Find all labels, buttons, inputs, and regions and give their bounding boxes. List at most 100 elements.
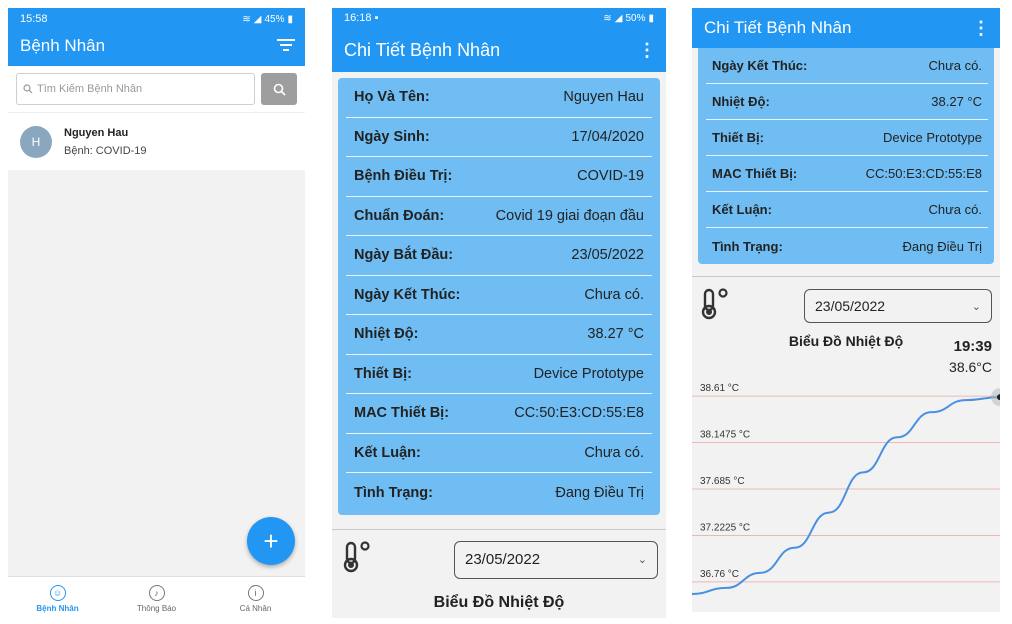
nav-label: Bệnh Nhân [36,603,79,613]
info-value: Chưa có. [928,58,982,73]
search-box [16,73,255,105]
notification-icon: ▪ [374,12,379,24]
info-icon: i [247,584,264,601]
date-select[interactable]: 23/05/2022 ⌄ [804,289,992,323]
date-row: 23/05/2022 ⌄ [692,277,1000,335]
info-label: Chuẩn Đoán: [354,207,445,224]
info-label: MAC Thiết Bị: [354,405,450,422]
app-bar: Chi Tiết Bệnh Nhân ⋮ [692,8,1000,48]
search-button[interactable] [261,73,297,105]
info-value: Device Prototype [883,130,982,145]
bottom-nav: ☺ Bệnh Nhân ♪ Thông Báo i Cá Nhân [8,576,305,620]
status-icons: ≋ ◢ 50% ▮ [603,13,654,24]
temperature-chart[interactable]: 38.61 °C 38.1475 °C 37.685 °C 37.2225 °C 36.… [692,368,1000,612]
info-row: Ngày Kết Thúc: Chưa có. [346,276,652,315]
nav-label: Thông Báo [136,603,177,613]
search-row [8,66,305,112]
y-tick-label: 38.1475 °C [700,430,750,441]
battery-icon: ▮ [287,13,293,25]
nav-label: Cá Nhân [239,603,272,613]
status-bar: 15:58 ≋ ◢ 45% ▮ [8,8,305,30]
nav-item-notifications[interactable]: ♪ Thông Báo [107,577,206,620]
info-value: Đang Điều Trị [555,484,644,501]
thermometer-icon [342,539,372,580]
info-label: Bệnh Điều Trị: [354,168,453,185]
date-select-value: 23/05/2022 [815,298,886,314]
page-title: Bệnh Nhân [20,36,106,55]
info-value: 38.27 °C [931,94,982,109]
filter-icon[interactable] [277,36,295,57]
bell-icon: ♪ [148,584,165,601]
info-row: Chuẩn Đoán: Covid 19 giai đoạn đầu [346,197,652,236]
patient-list-item[interactable]: H Nguyen Hau Bệnh: COVID-19 [8,112,305,170]
date-row: 23/05/2022 ⌄ [332,530,666,590]
info-label: Ngày Sinh: [354,128,430,145]
status-time: 16:18 [344,12,372,24]
info-row: Nhiệt Độ: 38.27 °C [706,84,988,120]
patient-detail-screen: 16:18 ▪ ≋ ◢ 50% ▮ Chi Tiết Bệnh Nhân ⋮ H… [332,8,666,618]
info-value: Đang Điều Trị [902,238,982,254]
readout-time: 19:39 [953,338,992,355]
date-select-value: 23/05/2022 [465,551,541,568]
info-value: COVID-19 [577,168,644,185]
page-title: Chi Tiết Bệnh Nhân [704,18,852,37]
info-label: Ngày Kết Thúc: [354,286,461,303]
info-value: 17/04/2020 [571,128,644,145]
info-label: Thiết Bị: [354,365,412,382]
info-value: Chưa có. [928,202,982,217]
signal-icon: ◢ [614,12,623,24]
info-value: Chưa có. [584,444,644,461]
date-select[interactable]: 23/05/2022 ⌄ [454,540,658,579]
info-row: Thiết Bị: Device Prototype [706,120,988,156]
info-label: MAC Thiết Bị: [712,166,798,181]
patient-info-card: Ngày Kết Thúc: Chưa có. Nhiệt Độ: 38.27 °C T… [698,48,994,264]
battery-level: 45% [264,13,285,25]
info-row: Tình Trạng: Đang Điều Trị [706,228,988,264]
info-label: Ngày Kết Thúc: [712,58,808,73]
info-row: Ngày Sinh: 17/04/2020 [346,118,652,157]
chevron-down-icon: ⌄ [971,300,981,313]
info-row: Thiết Bị: Device Prototype [346,355,652,394]
info-row: Ngày Bắt Đầu: 23/05/2022 [346,236,652,276]
more-vert-icon[interactable]: ⋮ [638,40,656,61]
info-row: Bệnh Điều Trị: COVID-19 [346,157,652,197]
info-value: Device Prototype [533,365,644,382]
info-label: Ngày Bắt Đầu: [354,247,454,264]
search-icon [273,83,286,96]
avatar: H [20,125,52,158]
y-tick-label: 37.685 °C [700,476,745,487]
info-label: Thiết Bị: [712,130,764,145]
signal-icon: ◢ [253,13,262,25]
search-icon [23,84,33,94]
y-tick-label: 36.76 °C [700,569,739,580]
info-value: 38.27 °C [587,326,644,343]
add-patient-button[interactable]: + [247,517,295,565]
info-label: Kết Luận: [354,444,421,461]
status-icons: ≋ ◢ 45% ▮ [242,14,293,25]
info-row: Họ Và Tên: Nguyen Hau [346,78,652,118]
search-input[interactable] [37,83,248,95]
info-label: Nhiệt Độ: [354,326,419,343]
battery-level: 50% [625,12,646,24]
info-row: Ngày Kết Thúc: Chưa có. [706,48,988,84]
chart-title: Biểu Đồ Nhiệt Độ [433,593,565,611]
patient-info-card: Họ Và Tên: Nguyen Hau Ngày Sinh: 17/04/2020… [338,78,660,515]
info-row: MAC Thiết Bị: CC:50:E3:CD:55:E8 [706,156,988,192]
info-row: Nhiệt Độ: 38.27 °C [346,315,652,355]
nav-item-patients[interactable]: ☺ Bệnh Nhân [8,577,107,620]
status-time: 15:58 [20,13,48,25]
nav-item-profile[interactable]: i Cá Nhân [206,577,305,620]
patient-detail-scrolled-screen: Chi Tiết Bệnh Nhân ⋮ Ngày Kết Thúc: Chưa … [692,8,1000,612]
info-row: MAC Thiết Bị: CC:50:E3:CD:55:E8 [346,394,652,434]
temperature-line [692,396,1000,595]
more-vert-icon[interactable]: ⋮ [972,18,990,39]
info-label: Kết Luận: [712,202,772,217]
info-value: Covid 19 giai đoạn đầu [495,207,644,224]
info-value: CC:50:E3:CD:55:E8 [865,166,982,181]
info-value: CC:50:E3:CD:55:E8 [514,405,644,422]
status-time-group: 16:18 ▪ [344,12,379,24]
info-value: Chưa có. [584,286,644,303]
plus-icon: + [263,525,279,556]
battery-icon: ▮ [648,12,654,24]
patient-list-screen: 15:58 ≋ ◢ 45% ▮ Bệnh Nhân H Nguyen Hau B… [8,8,305,620]
